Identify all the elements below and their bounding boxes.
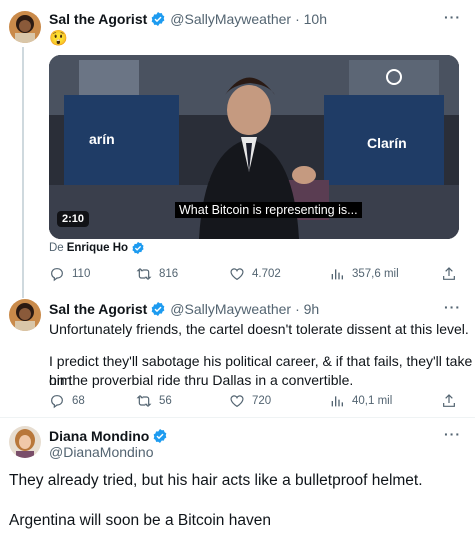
share-icon: [443, 394, 455, 407]
retweet-button[interactable]: 56: [136, 393, 172, 409]
verified-badge-icon: [151, 302, 165, 316]
avatar[interactable]: [9, 426, 41, 458]
retweet-count: 816: [159, 268, 179, 280]
reply-button[interactable]: 68: [49, 393, 85, 409]
display-name[interactable]: Diana Mondino: [49, 428, 149, 444]
reply-button[interactable]: 110: [49, 266, 90, 282]
more-options-icon[interactable]: ···: [444, 9, 461, 25]
retweet-icon: [136, 268, 152, 280]
video-caption: What Bitcoin is representing is...: [175, 202, 362, 218]
tweet-text: 😲: [49, 30, 68, 47]
video-player[interactable]: arín Clarín What Bitcoin is representing…: [49, 55, 459, 239]
reply-icon: [51, 268, 63, 282]
handle[interactable]: @SallyMayweather: [170, 301, 291, 317]
handle[interactable]: @SallyMayweather: [170, 11, 291, 27]
like-count: 4.702: [252, 268, 281, 280]
brand-watermark-right: Clarín: [367, 135, 407, 151]
handle[interactable]: @DianaMondino: [49, 444, 154, 460]
tweet-1[interactable]: Sal the Agorist @SallyMayweather · 10h ·…: [0, 0, 475, 290]
attribution-prefix: De: [49, 242, 64, 254]
verified-badge-icon: [132, 241, 144, 255]
video-duration: 2:10: [57, 211, 90, 227]
video-attribution[interactable]: De Enrique Ho: [49, 241, 149, 255]
tweet-header: Sal the Agorist @SallyMayweather · 9h: [49, 301, 319, 317]
thread-line: [22, 290, 24, 298]
tweet-2[interactable]: Sal the Agorist @SallyMayweather · 9h ··…: [0, 290, 475, 415]
heart-icon: [230, 395, 244, 408]
reply-count: 110: [72, 268, 91, 280]
tweet-text-line-2: Argentina will soon be a Bitcoin haven: [9, 512, 271, 529]
share-icon: [443, 267, 455, 280]
tweet-actions: 68 56 720 40,1 mil: [49, 393, 464, 411]
thread-line: [22, 47, 24, 290]
views-button[interactable]: 357,6 mil: [329, 266, 399, 282]
retweet-button[interactable]: 816: [136, 266, 178, 282]
like-button[interactable]: 4.702: [229, 266, 281, 282]
tweet-actions: 110 816 4.702 357,6 mil: [49, 266, 464, 284]
share-button[interactable]: [441, 393, 464, 409]
share-button[interactable]: [441, 266, 464, 282]
retweet-count: 56: [159, 395, 172, 407]
tweet-header: Sal the Agorist @SallyMayweather · 10h: [49, 11, 327, 27]
verified-badge-icon: [153, 429, 167, 443]
brand-watermark-left: arín: [89, 131, 115, 147]
analytics-icon: [331, 269, 343, 280]
reply-icon: [51, 395, 63, 409]
verified-badge-icon: [151, 12, 165, 26]
timestamp[interactable]: · 9h: [295, 301, 319, 317]
tweet-header: Diana Mondino: [49, 428, 172, 444]
like-count: 720: [252, 395, 272, 407]
display-name[interactable]: Sal the Agorist: [49, 11, 147, 27]
timestamp[interactable]: · 10h: [295, 11, 327, 27]
tweet-text-line-1: Unfortunately friends, the cartel doesn'…: [49, 321, 469, 337]
heart-icon: [230, 268, 244, 281]
reply-count: 68: [72, 395, 85, 407]
more-options-icon[interactable]: ···: [444, 299, 461, 315]
tweet-text-line-3: on the proverbial ride thru Dallas in a …: [49, 372, 354, 388]
views-count: 357,6 mil: [352, 268, 399, 280]
attribution-name[interactable]: Enrique Ho: [67, 242, 128, 254]
tweet-handle-row: @DianaMondino: [49, 444, 154, 460]
tweet-text-line-1: They already tried, but his hair acts li…: [9, 472, 423, 489]
views-button[interactable]: 40,1 mil: [329, 393, 392, 409]
analytics-icon: [331, 396, 343, 407]
tweet-3[interactable]: Diana Mondino @DianaMondino ··· They alr…: [0, 418, 475, 534]
like-button[interactable]: 720: [229, 393, 271, 409]
avatar[interactable]: [9, 11, 41, 43]
avatar[interactable]: [9, 299, 41, 331]
views-count: 40,1 mil: [352, 395, 393, 407]
display-name[interactable]: Sal the Agorist: [49, 301, 147, 317]
more-options-icon[interactable]: ···: [444, 426, 461, 442]
retweet-icon: [136, 395, 152, 407]
